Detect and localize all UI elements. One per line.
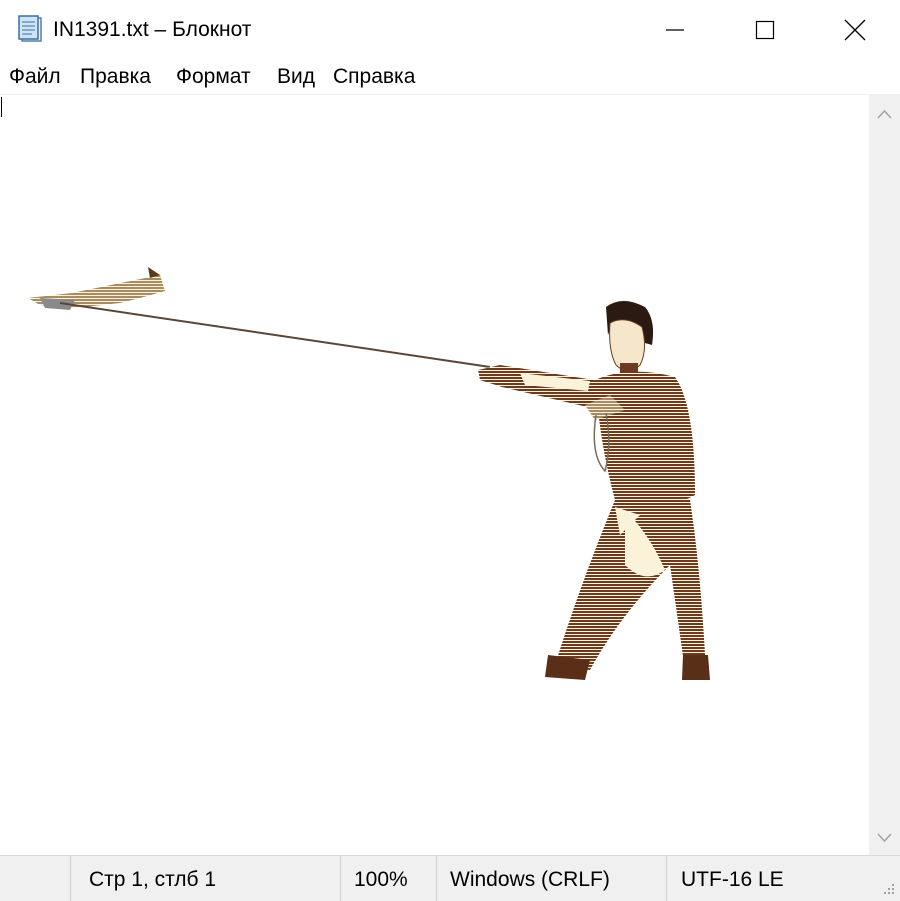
title-bar[interactable]: IN1391.txt – Блокнот: [0, 0, 900, 60]
text-editor[interactable]: [0, 95, 869, 855]
person-figure: [478, 301, 710, 680]
status-line-endings: Windows (CRLF): [450, 868, 610, 891]
status-separator: [666, 856, 667, 901]
status-separator: [340, 856, 341, 901]
status-separator: [70, 856, 71, 901]
close-icon: [844, 19, 866, 41]
status-zoom: 100%: [354, 868, 408, 891]
scroll-up-icon[interactable]: [877, 109, 892, 119]
minimize-icon: [666, 29, 684, 31]
menu-bar: Файл Правка Формат Вид Справка: [0, 60, 900, 95]
menu-edit[interactable]: Правка: [80, 65, 151, 89]
menu-format[interactable]: Формат: [176, 65, 251, 89]
menu-view[interactable]: Вид: [277, 65, 315, 89]
minimize-button[interactable]: [630, 0, 720, 60]
notepad-icon: [18, 15, 42, 42]
status-encoding: UTF-16 LE: [681, 868, 784, 891]
maximize-button[interactable]: [720, 0, 810, 60]
kite-flyer-art: [28, 267, 710, 680]
resize-grip-icon[interactable]: [880, 880, 896, 896]
vertical-scrollbar[interactable]: [869, 95, 900, 855]
menu-file[interactable]: Файл: [9, 65, 61, 89]
close-button[interactable]: [810, 0, 900, 60]
menu-help[interactable]: Справка: [333, 65, 415, 89]
status-position: Стр 1, стлб 1: [89, 868, 217, 891]
window-title: IN1391.txt – Блокнот: [53, 18, 252, 41]
kite: [28, 267, 165, 310]
scroll-down-icon[interactable]: [877, 833, 892, 843]
status-bar: Стр 1, стлб 1 100% Windows (CRLF) UTF-16…: [0, 855, 900, 901]
status-separator: [436, 856, 437, 901]
maximize-icon: [755, 20, 775, 40]
